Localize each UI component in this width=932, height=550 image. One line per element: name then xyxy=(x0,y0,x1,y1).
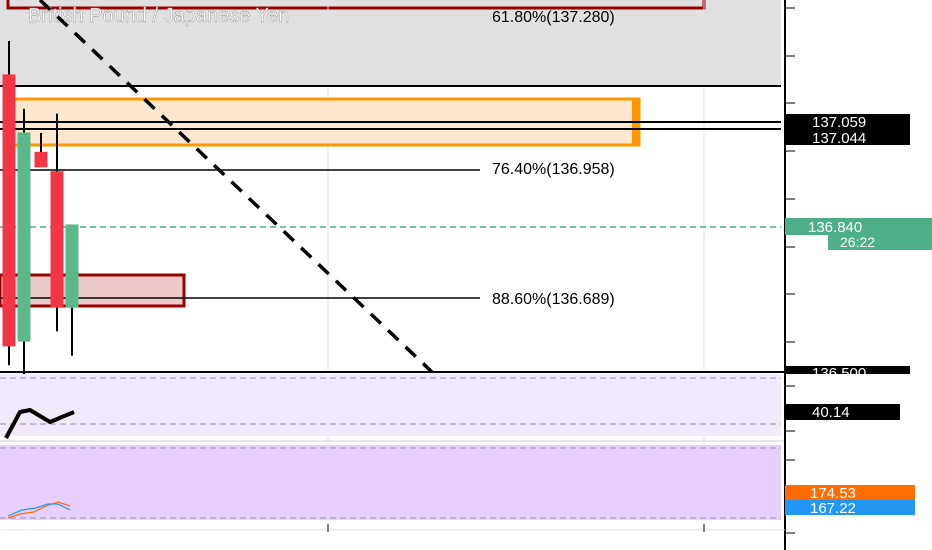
svg-text:167.22: 167.22 xyxy=(810,500,856,517)
fib-label-top: 61.80%(137.280) xyxy=(492,9,615,26)
bearish-candle[interactable] xyxy=(34,151,48,168)
svg-text:136.500: 136.500 xyxy=(812,365,866,382)
indicator1-pane[interactable] xyxy=(0,374,781,436)
countdown-text: 26:22 xyxy=(840,234,875,250)
trading-chart[interactable]: British Pound / Japanese Yen 61.80%(137.… xyxy=(0,0,932,550)
price-axis-ticks xyxy=(785,7,795,534)
indicator2-pane[interactable] xyxy=(0,445,781,520)
countdown-tag: 26:22 xyxy=(828,234,932,250)
indicator1-value: 40.14 xyxy=(812,404,850,421)
indicator1-value-tag: 40.14 xyxy=(785,404,900,421)
bullish-candle[interactable] xyxy=(65,224,79,308)
price-tag-136-500: 136.500 xyxy=(785,365,910,382)
bullish-candle[interactable] xyxy=(17,132,31,342)
bearish-candle[interactable] xyxy=(2,74,16,347)
svg-text:137.059: 137.059 xyxy=(812,114,866,131)
bearish-candle[interactable] xyxy=(50,171,64,308)
price-tag-137-044: 137.044 xyxy=(785,130,910,147)
fib-label-76: 76.40%(136.958) xyxy=(492,161,615,178)
price-tag-137-059: 137.059 xyxy=(785,114,910,131)
indicator2-blue-tag: 167.22 xyxy=(785,500,915,517)
fib-label-88: 88.60%(136.689) xyxy=(492,291,615,308)
svg-text:137.044: 137.044 xyxy=(812,130,866,147)
